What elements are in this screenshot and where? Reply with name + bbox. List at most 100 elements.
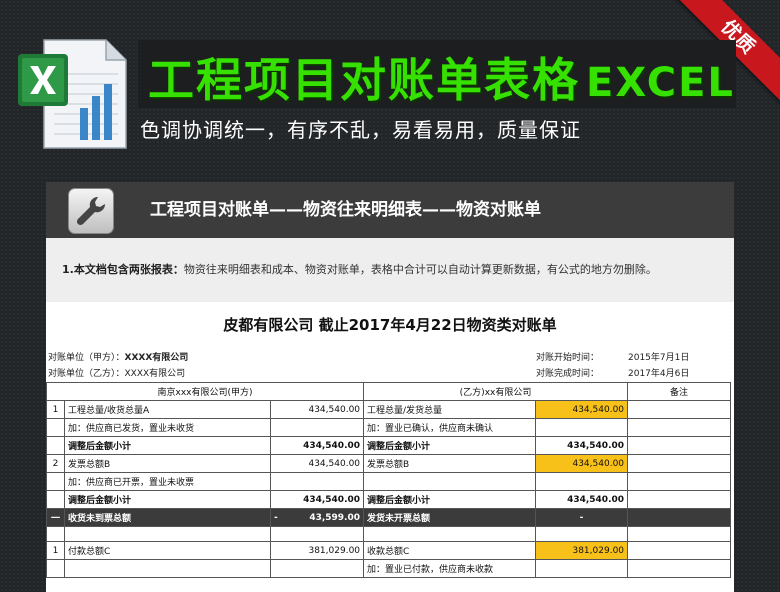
b-value[interactable] [535,472,629,491]
blank-cell [64,526,271,542]
header-party-a: 南京xxx有限公司(甲方) [46,382,365,401]
b-value[interactable]: - [535,508,629,527]
a-item[interactable]: 调整后金额小计 [64,436,271,455]
b-item[interactable]: 加：置业已确认，供应商未确认 [363,418,537,437]
a-value[interactable]: 434,540.00 [269,454,365,473]
a-value[interactable]: - 43,599.00 [269,508,365,527]
a-value[interactable] [269,418,365,437]
b-value[interactable]: 381,029.00 [535,541,629,560]
table-row: 1 工程总量/收货总量A 434,540.00 工程总量/发货总量 434,54… [46,400,732,419]
row-no[interactable] [46,490,65,509]
a-value[interactable]: 434,540.00 [269,436,365,455]
party-b-label: 对账单位（乙方）： [48,369,125,379]
party-b-info: 对账单位（乙方）：XXXX有限公司 [48,366,185,379]
remark-cell[interactable] [627,436,732,455]
b-item[interactable] [363,472,537,491]
b-value[interactable]: 434,540.00 [535,400,629,419]
b-value[interactable]: 434,540.00 [535,490,629,509]
a-value[interactable]: 434,540.00 [269,490,365,509]
table-row: 1 付款总额C 381,029.00 收款总额C 381,029.00 [46,541,732,560]
table-row-summary: 一 收货未到票总额 - 43,599.00 发货未开票总额 - [46,508,732,527]
main-title-suffix: EXCEL [586,60,735,106]
preview-panel: 工程项目对账单——物资往来明细表——物资对账单 1.本文档包含两张报表：物资往来… [46,182,734,592]
remark-cell[interactable] [627,400,732,419]
blank-cell [535,526,629,542]
row-no[interactable]: 2 [46,454,65,473]
notice-text: 1.本文档包含两张报表：物资往来明细表和成本、物资对账单，表格中合计可以自动计算… [62,238,657,302]
wrench-icon [68,188,114,234]
b-item[interactable]: 工程总量/发货总量 [363,400,537,419]
sheet-title: 皮都有限公司 截止2017年4月22日物资类对账单 [223,316,557,334]
remark-cell[interactable] [627,472,732,491]
b-value[interactable] [535,559,629,578]
remark-cell[interactable] [627,490,732,509]
table-row: 调整后金额小计 434,540.00 调整后金额小计 434,540.00 [46,436,732,455]
b-item[interactable]: 加：置业已付款，供应商未收款 [363,559,537,578]
panel-header: 工程项目对账单——物资往来明细表——物资对账单 [46,182,734,238]
notice-body: 物资往来明细表和成本、物资对账单，表格中合计可以自动计算更新数据，有公式的地方勿… [183,263,657,276]
header-party-b: (乙方)xx有限公司 [363,382,629,401]
remark-cell[interactable] [627,454,732,473]
blank-cell [363,526,537,542]
a-item[interactable]: 收货未到票总额 [64,508,271,527]
header-remark: 备注 [627,382,732,401]
blank-cell [627,526,732,542]
row-no[interactable]: 一 [46,508,65,527]
b-item[interactable]: 收款总额C [363,541,537,560]
row-no[interactable]: 1 [46,400,65,419]
notice-box: 1.本文档包含两张报表：物资往来明细表和成本、物资对账单，表格中合计可以自动计算… [46,238,734,302]
table-row: 加：供应商已发货，置业未收货 加：置业已确认，供应商未确认 [46,418,732,437]
end-label: 对账完成时间： [536,369,600,379]
b-value[interactable]: 434,540.00 [535,436,629,455]
row-no[interactable] [46,559,65,578]
start-label: 对账开始时间： [536,353,600,363]
start-value: 2015年7月1日 [628,353,690,363]
b-item[interactable]: 调整后金额小计 [363,436,537,455]
a-item[interactable]: 调整后金额小计 [64,490,271,509]
a-item[interactable]: 付款总额C [64,541,271,560]
a-value-text: 43,599.00 [309,512,361,523]
row-no[interactable]: 1 [46,541,65,560]
panel-title: 工程项目对账单——物资往来明细表——物资对账单 [150,200,541,220]
a-item[interactable]: 加：供应商已发货，置业未收货 [64,418,271,437]
remark-cell[interactable] [627,541,732,560]
b-item[interactable]: 发票总额B [363,454,537,473]
table-header-row: 南京xxx有限公司(甲方) (乙方)xx有限公司 备注 [46,382,732,401]
a-value[interactable] [269,559,365,578]
remark-cell[interactable] [627,418,732,437]
ledger-table: 南京xxx有限公司(甲方) (乙方)xx有限公司 备注 1 工程总量/收货总量A… [46,382,732,578]
table-row: 加：置业已付款，供应商未收款 [46,559,732,578]
remark-cell[interactable] [627,508,732,527]
b-item[interactable]: 调整后金额小计 [363,490,537,509]
b-value[interactable] [535,418,629,437]
party-a-label: 对账单位（甲方）： [48,353,125,363]
b-item[interactable]: 发货未开票总额 [363,508,537,527]
table-row: 加：供应商已开票，置业未收票 [46,472,732,491]
a-value[interactable]: 381,029.00 [269,541,365,560]
row-no[interactable] [46,418,65,437]
a-item[interactable]: 工程总量/收货总量A [64,400,271,419]
b-value[interactable]: 434,540.00 [535,454,629,473]
blank-cell [269,526,365,542]
remark-cell[interactable] [627,559,732,578]
notice-bold: 1.本文档包含两张报表： [62,263,184,276]
a-dash: - [274,512,278,523]
row-no[interactable] [46,436,65,455]
excel-file-icon [18,39,127,149]
table-row-blank [46,526,732,542]
table-row: 2 发票总额B 434,540.00 发票总额B 434,540.00 [46,454,732,473]
table-row: 调整后金额小计 434,540.00 调整后金额小计 434,540.00 [46,490,732,509]
party-a-value: XXXX有限公司 [124,353,189,363]
main-title: 工程项目对账单表格 EXCEL [148,44,735,110]
a-item[interactable] [64,559,271,578]
a-item[interactable]: 加：供应商已开票，置业未收票 [64,472,271,491]
row-no[interactable] [46,472,65,491]
blank-cell [46,526,65,542]
main-title-text: 工程项目对账单表格 [148,53,580,107]
a-item[interactable]: 发票总额B [64,454,271,473]
subtitle: 色调协调统一，有序不乱，易看易用，质量保证 [140,118,581,142]
end-value: 2017年4月6日 [628,369,690,379]
a-value[interactable]: 434,540.00 [269,400,365,419]
a-value[interactable] [269,472,365,491]
party-b-value: XXXX有限公司 [124,369,186,379]
